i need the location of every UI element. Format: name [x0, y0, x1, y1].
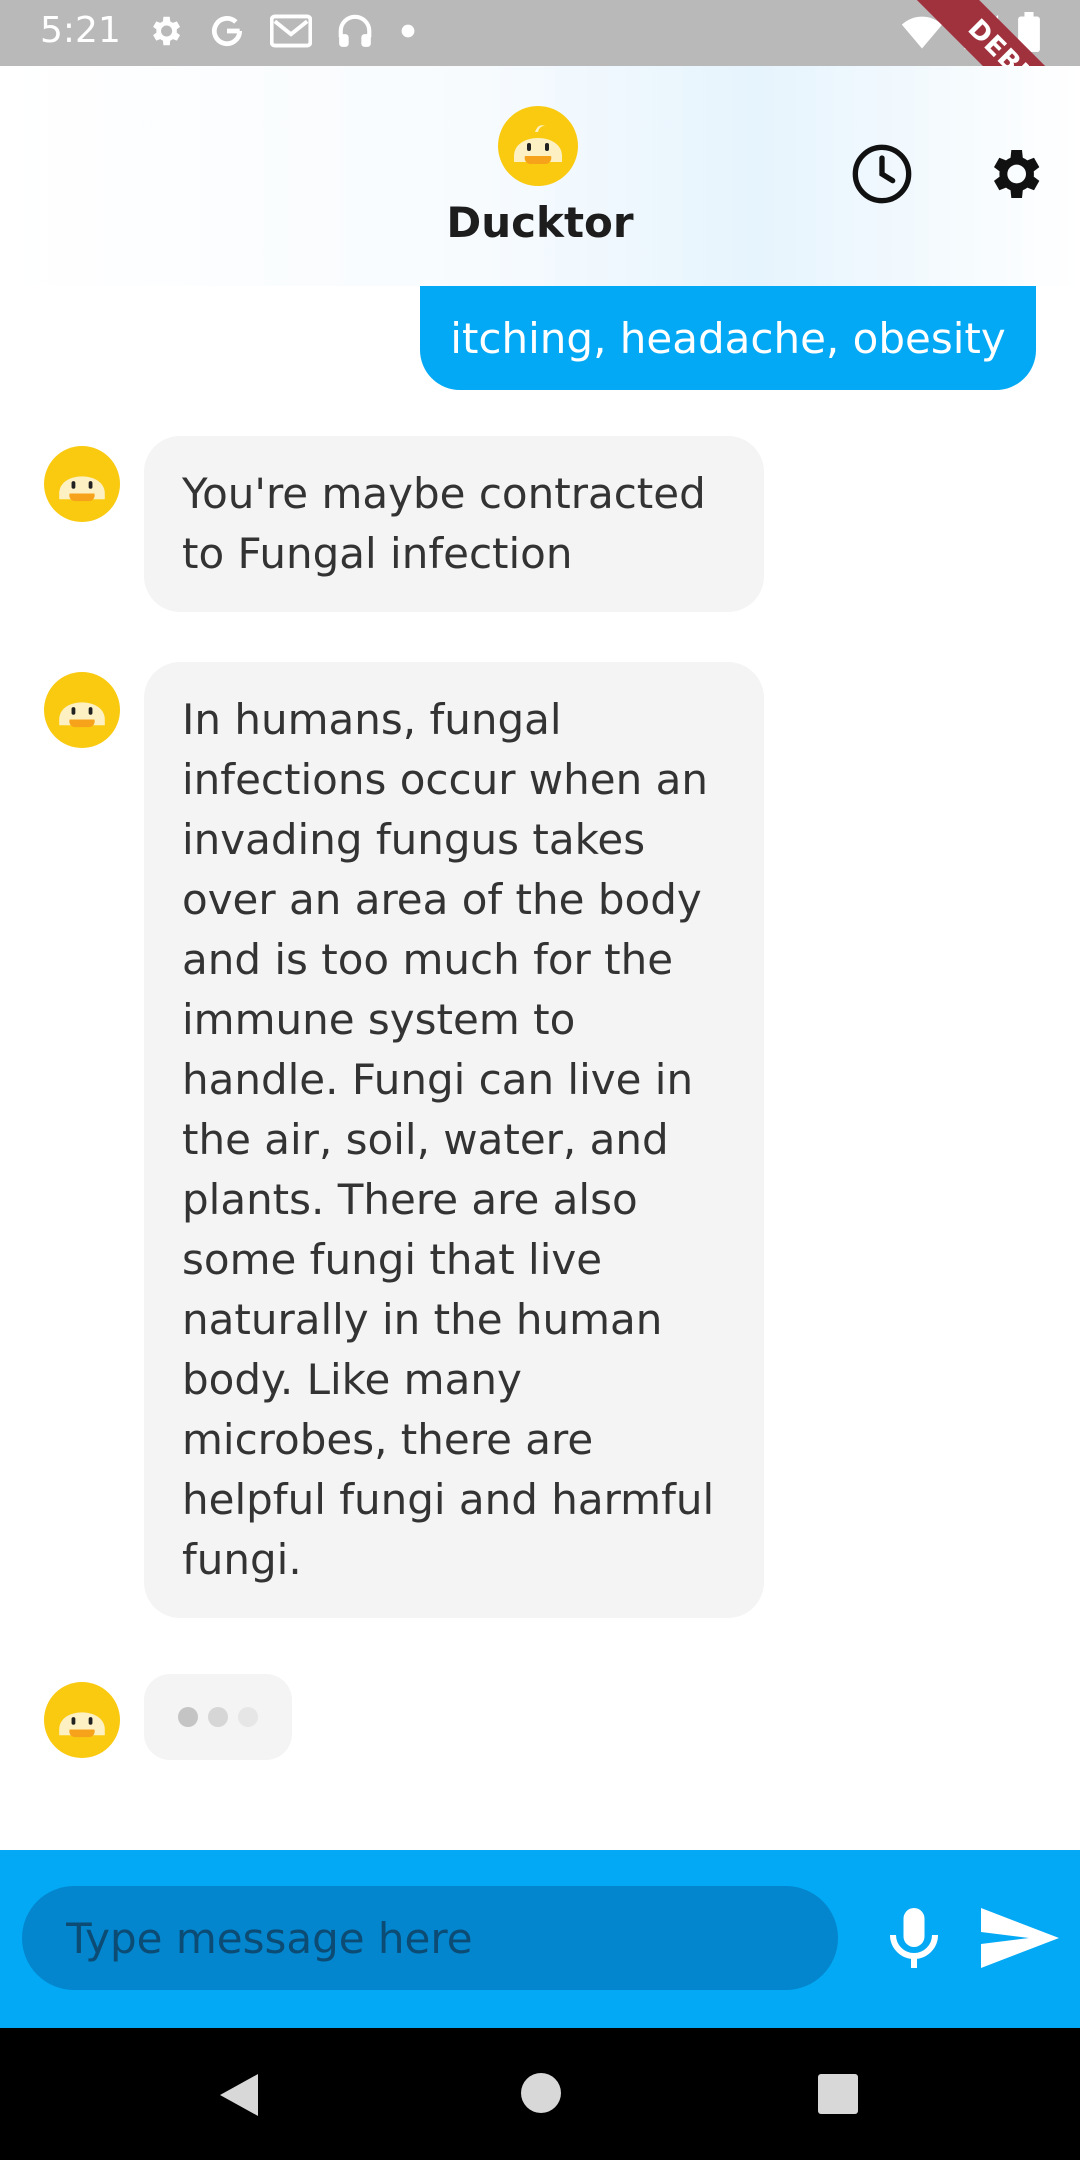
bot-message-bubble: In humans, fungal infections occur when … [144, 662, 764, 1618]
send-icon[interactable] [978, 1902, 1062, 1974]
microphone-icon[interactable] [878, 1902, 950, 1974]
status-notification-icons [146, 12, 418, 50]
typing-dot [208, 1707, 228, 1727]
history-icon[interactable] [850, 142, 914, 206]
bot-avatar-icon [44, 1682, 120, 1758]
app-title: Ducktor [446, 198, 634, 247]
recents-icon[interactable] [818, 2074, 858, 2114]
duck-logo-icon [498, 106, 578, 186]
mail-icon [270, 14, 312, 48]
typing-dot [238, 1707, 258, 1727]
bot-avatar-icon [44, 446, 120, 522]
message-input[interactable] [22, 1886, 838, 1990]
gear-icon [153, 16, 181, 46]
system-nav-bar [0, 2028, 1080, 2160]
user-message-bubble: itching, headache, obesity [420, 286, 1036, 390]
typing-dot [178, 1707, 198, 1727]
headphones-icon [338, 14, 372, 47]
message-composer [0, 1850, 1080, 2028]
back-icon[interactable] [216, 2070, 262, 2120]
typing-indicator [144, 1674, 292, 1760]
bot-message-bubble: You're maybe contracted to Fungal infect… [144, 436, 764, 612]
google-icon [211, 16, 243, 47]
settings-icon[interactable] [982, 142, 1046, 206]
app-header: Ducktor [0, 66, 1080, 286]
bot-avatar-icon [44, 672, 120, 748]
dot-icon [401, 24, 415, 38]
status-time: 5:21 [40, 10, 121, 51]
home-icon[interactable] [520, 2072, 562, 2114]
